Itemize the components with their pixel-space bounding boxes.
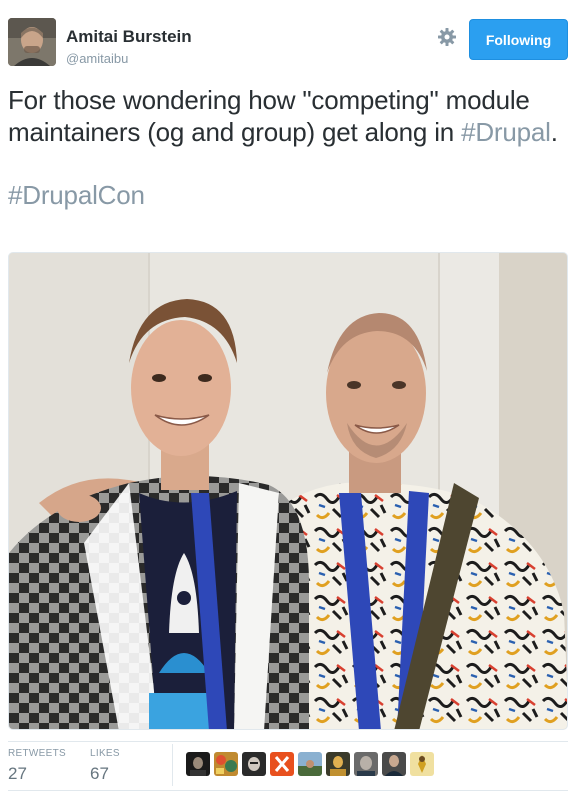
avatar-person-yellow-icon[interactable]: [326, 752, 350, 776]
retweets-label: RETWEETS: [8, 748, 66, 759]
avatar-landscape-icon[interactable]: [298, 752, 322, 776]
stats-separator: [172, 744, 173, 786]
tweet-punctuation: .: [550, 117, 558, 147]
tweet-text: For those wondering how "competing" modu…: [8, 84, 568, 211]
tweet-header: Amitai Burstein @amitaibu Following: [0, 0, 579, 80]
hashtag-line: #DrupalCon: [8, 179, 568, 211]
tweet-body: For those wondering how "competing" modu…: [8, 84, 568, 148]
avatar-gray-face-icon[interactable]: [354, 752, 378, 776]
gear-icon[interactable]: [436, 26, 458, 48]
user-handle[interactable]: @amitaibu: [66, 51, 128, 66]
stats-top-divider: [8, 741, 568, 742]
avatar-colorful-pattern-icon[interactable]: [214, 752, 238, 776]
likers-avatars: [186, 752, 434, 778]
user-name[interactable]: Amitai Burstein: [66, 27, 192, 47]
tweet-line: For those wondering how "competing" modu…: [8, 85, 530, 147]
retweets-stat[interactable]: RETWEETS 27: [8, 748, 66, 784]
likes-label: LIKES: [90, 748, 120, 759]
avatar-dark-face-icon[interactable]: [242, 752, 266, 776]
hashtag-drupalcon-link[interactable]: #DrupalCon: [8, 180, 145, 210]
retweets-count: 27: [8, 764, 27, 783]
avatar-orange-logo-icon[interactable]: [270, 752, 294, 776]
likes-stat[interactable]: LIKES 67: [90, 748, 120, 784]
likes-count: 67: [90, 764, 109, 783]
stats-bottom-divider: [8, 790, 568, 791]
user-avatar[interactable]: [8, 18, 56, 66]
tweet-photo[interactable]: [8, 252, 568, 730]
avatar-person-suit-icon[interactable]: [382, 752, 406, 776]
hashtag-drupal-link[interactable]: #Drupal: [461, 117, 551, 147]
avatar-dark-portrait-icon[interactable]: [186, 752, 210, 776]
following-button[interactable]: Following: [469, 19, 568, 60]
avatar-yellow-figure-icon[interactable]: [410, 752, 434, 776]
